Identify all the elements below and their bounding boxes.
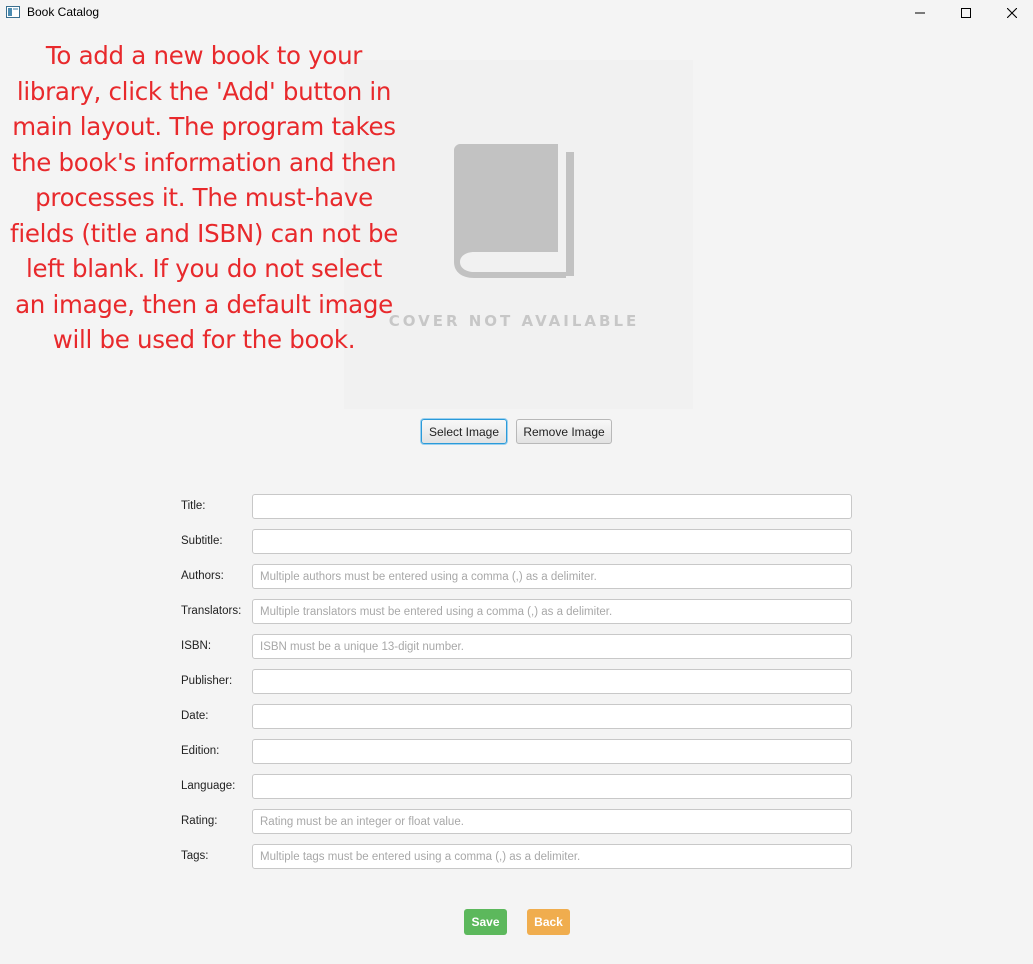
minimize-icon (915, 12, 925, 14)
instruction-line: main layout. The program takes (12, 112, 396, 141)
maximize-icon (961, 8, 971, 18)
form-row-publisher: Publisher: (181, 669, 852, 694)
tags-label: Tags: (181, 850, 209, 862)
window-title: Book Catalog (27, 5, 100, 19)
instruction-line: left blank. If you do not select (25, 254, 382, 283)
publisher-input[interactable] (252, 669, 852, 694)
edition-label: Edition: (181, 745, 220, 757)
form-row-language: Language: (181, 774, 852, 799)
title-bar: Book Catalog (0, 0, 1033, 26)
isbn-label: ISBN: (181, 640, 212, 652)
tags-input[interactable] (252, 844, 852, 869)
form-row-edition: Edition: (181, 739, 852, 764)
translators-input[interactable] (252, 599, 852, 624)
authors-label: Authors: (181, 570, 224, 582)
form-row-rating: Rating: (181, 809, 852, 834)
save-button[interactable]: Save (464, 909, 507, 935)
minimize-button[interactable] (897, 0, 943, 26)
form-row-tags: Tags: (181, 844, 852, 869)
book-catalog-window: Book Catalog COVER NOT AVAILABLE To add … (0, 0, 1033, 964)
close-button[interactable] (989, 0, 1033, 26)
maximize-button[interactable] (943, 0, 989, 26)
date-label: Date: (181, 710, 209, 722)
subtitle-input[interactable] (252, 529, 852, 554)
form-row-translators: Translators: (181, 599, 852, 624)
form-row-subtitle: Subtitle: (181, 529, 852, 554)
language-label: Language: (181, 780, 236, 792)
authors-input[interactable] (252, 564, 852, 589)
form-row-authors: Authors: (181, 564, 852, 589)
book-icon (454, 144, 574, 278)
title-label: Title: (181, 500, 206, 512)
date-input[interactable] (252, 704, 852, 729)
form-row-title: Title: (181, 494, 852, 519)
publisher-label: Publisher: (181, 675, 233, 687)
instruction-line: library, click the 'Add' button in (16, 76, 392, 106)
rating-input[interactable] (252, 809, 852, 834)
select-image-button[interactable]: Select Image (421, 419, 507, 444)
instruction-line: To add a new book to your (45, 41, 363, 70)
edition-input[interactable] (252, 739, 852, 764)
back-button[interactable]: Back (527, 909, 570, 935)
subtitle-label: Subtitle: (181, 535, 223, 547)
isbn-input[interactable] (252, 634, 852, 659)
close-icon (1007, 8, 1017, 18)
instruction-text: To add a new book to your library, click… (6, 38, 402, 358)
form-row-isbn: ISBN: (181, 634, 852, 659)
language-input[interactable] (252, 774, 852, 799)
instruction-line: processes it. The must-have (35, 183, 373, 212)
rating-label: Rating: (181, 815, 218, 827)
title-input[interactable] (252, 494, 852, 519)
instruction-line: an image, then a default image (15, 289, 393, 319)
instruction-line: fields (title and ISBN) can not be (10, 218, 398, 248)
app-icon (6, 6, 20, 18)
instruction-line: the book's information and then (11, 147, 397, 177)
translators-label: Translators: (181, 605, 242, 617)
form-row-date: Date: (181, 704, 852, 729)
instruction-line: will be used for the book. (52, 325, 356, 354)
remove-image-button[interactable]: Remove Image (516, 419, 612, 444)
